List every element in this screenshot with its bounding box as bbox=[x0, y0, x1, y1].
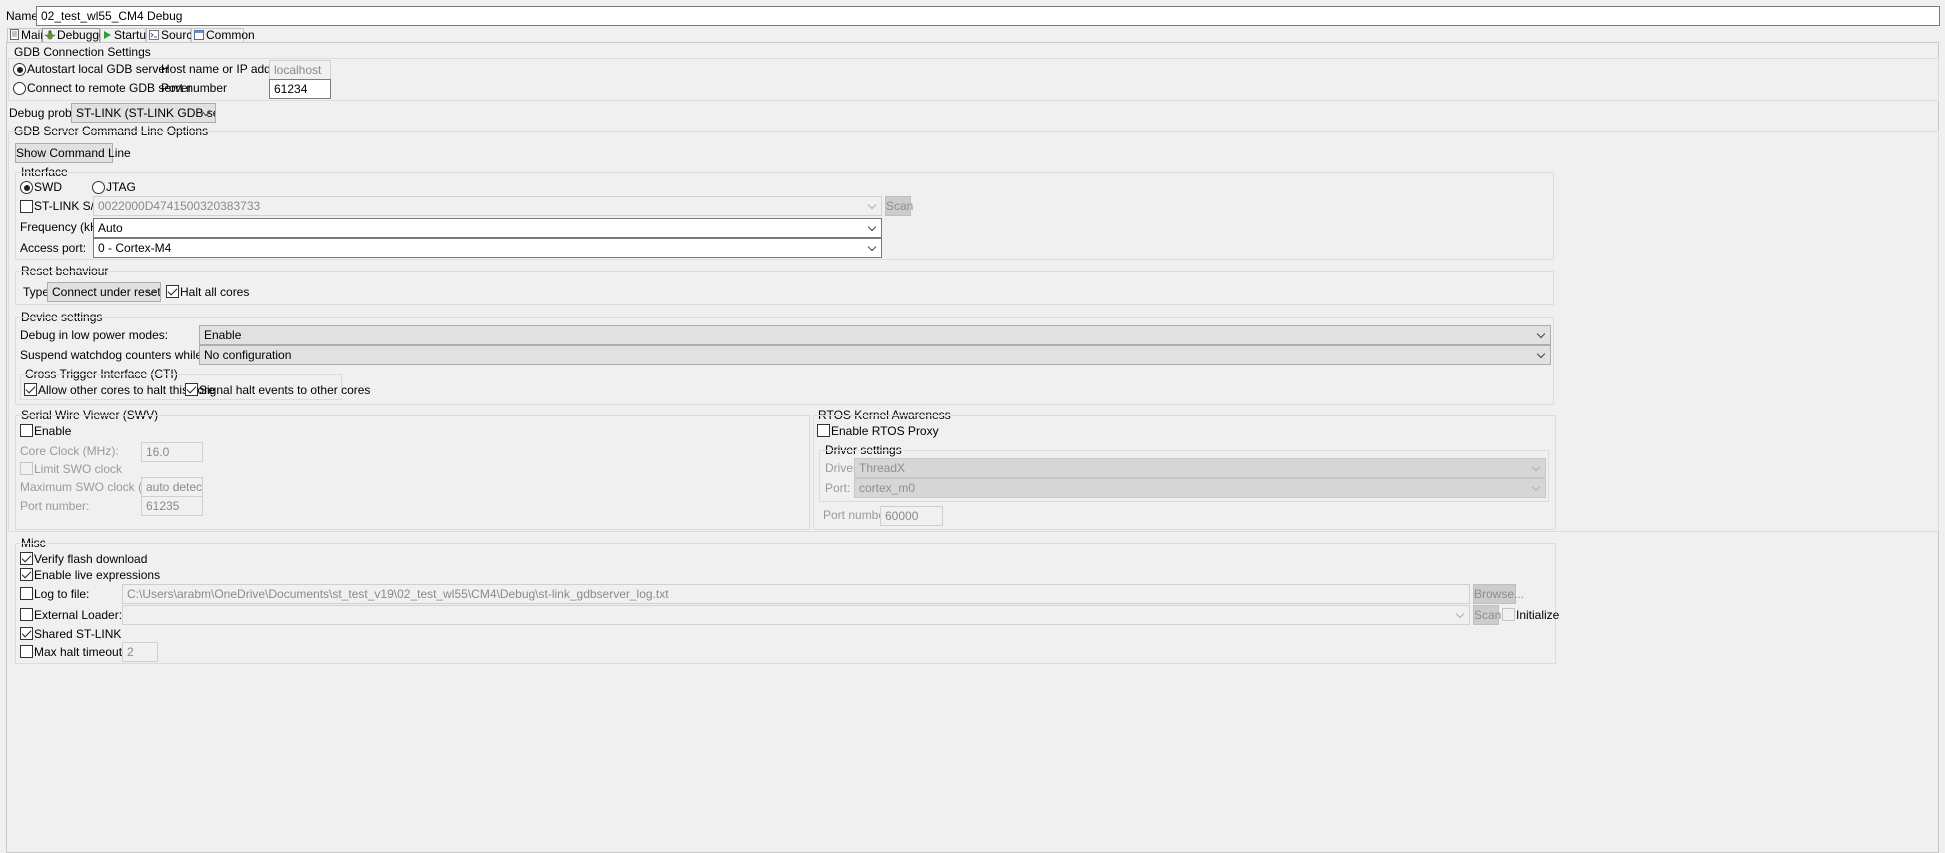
remote-radio[interactable] bbox=[13, 82, 26, 95]
autostart-label: Autostart local GDB server bbox=[27, 62, 170, 76]
browse-button[interactable]: Browse... bbox=[1473, 584, 1524, 604]
stlink-sn-value: 0022000D4741500320383733 bbox=[98, 199, 261, 213]
access-port-value: 0 - Cortex-M4 bbox=[98, 241, 172, 255]
tab-common[interactable]: Common bbox=[191, 28, 255, 42]
chevron-down-icon bbox=[867, 200, 877, 210]
core-clock-label: Core Clock (MHz): bbox=[20, 444, 119, 458]
document-icon bbox=[10, 29, 19, 40]
shared-stlink-checkbox[interactable] bbox=[20, 627, 33, 640]
chevron-down-icon bbox=[1536, 329, 1546, 339]
access-port-select[interactable]: 0 - Cortex-M4 bbox=[93, 238, 882, 258]
debug-probe-label: Debug probe bbox=[9, 106, 79, 120]
live-expressions-checkbox[interactable] bbox=[20, 568, 33, 581]
debug-probe-select[interactable]: ST-LINK (ST-LINK GDB server) bbox=[71, 103, 216, 123]
max-swo-input[interactable]: auto detect bbox=[141, 477, 203, 497]
swv-group bbox=[15, 415, 810, 530]
jtag-radio[interactable] bbox=[92, 181, 105, 194]
external-loader-checkbox[interactable] bbox=[20, 608, 33, 621]
initialize-checkbox[interactable] bbox=[1502, 608, 1515, 621]
watchdog-select[interactable]: No configuration bbox=[199, 345, 1551, 365]
port-input[interactable]: 61234 bbox=[269, 79, 331, 99]
rtos-enable-checkbox[interactable] bbox=[817, 424, 830, 437]
max-halt-input[interactable]: 2 bbox=[122, 642, 158, 662]
max-halt-checkbox[interactable] bbox=[20, 645, 33, 658]
verify-flash-checkbox[interactable] bbox=[20, 552, 33, 565]
play-icon bbox=[104, 31, 111, 39]
stlink-sn-select[interactable]: 0022000D4741500320383733 bbox=[93, 196, 882, 216]
cti-signal-checkbox[interactable] bbox=[185, 383, 198, 396]
chevron-down-icon bbox=[1531, 482, 1541, 492]
halt-all-cores-label: Halt all cores bbox=[180, 285, 250, 299]
rtos-port-label: Port: bbox=[825, 481, 851, 495]
tab-common-label: Common bbox=[206, 28, 255, 42]
bug-icon bbox=[45, 30, 55, 40]
log-to-file-label: Log to file: bbox=[34, 587, 90, 601]
external-loader-label: External Loader: bbox=[34, 608, 123, 622]
tab-startup[interactable]: Startup bbox=[100, 28, 153, 42]
low-power-select[interactable]: Enable bbox=[199, 325, 1551, 345]
source-icon bbox=[149, 30, 159, 40]
reset-type-value: Connect under reset bbox=[52, 285, 161, 299]
swv-port-input[interactable]: 61235 bbox=[141, 496, 203, 516]
tab-main[interactable]: Main bbox=[7, 28, 47, 42]
access-port-label: Access port: bbox=[20, 241, 87, 255]
live-expressions-label: Enable live expressions bbox=[34, 568, 161, 582]
tab-source[interactable]: Source bbox=[146, 28, 199, 42]
swd-radio[interactable] bbox=[20, 181, 33, 194]
swv-enable-checkbox[interactable] bbox=[20, 424, 33, 437]
chevron-down-icon bbox=[1455, 609, 1465, 619]
show-command-line-button[interactable]: Show Command Line bbox=[15, 143, 131, 163]
initialize-label: Initialize bbox=[1516, 608, 1560, 622]
tab-debugger[interactable]: Debugger bbox=[42, 28, 110, 42]
core-clock-input[interactable]: 16.0 bbox=[141, 442, 203, 462]
chevron-down-icon bbox=[1531, 462, 1541, 472]
rtos-port-select[interactable]: cortex_m0 bbox=[854, 478, 1546, 498]
rtos-driver-value: ThreadX bbox=[859, 461, 906, 475]
log-to-file-checkbox[interactable] bbox=[20, 587, 33, 600]
host-input[interactable]: localhost bbox=[269, 60, 331, 80]
limit-swo-checkbox[interactable] bbox=[20, 462, 33, 475]
jtag-label: JTAG bbox=[106, 180, 136, 194]
verify-flash-label: Verify flash download bbox=[34, 552, 148, 566]
shared-stlink-label: Shared ST-LINK bbox=[34, 627, 122, 641]
debug-probe-value: ST-LINK (ST-LINK GDB server) bbox=[76, 106, 215, 120]
low-power-value: Enable bbox=[204, 328, 242, 342]
frequency-select[interactable]: Auto bbox=[93, 218, 882, 238]
rtos-port-number-input[interactable]: 60000 bbox=[880, 506, 943, 526]
stlink-sn-checkbox[interactable] bbox=[20, 200, 33, 213]
swv-enable-label: Enable bbox=[34, 424, 72, 438]
chevron-down-icon bbox=[1536, 349, 1546, 359]
autostart-radio[interactable] bbox=[13, 63, 26, 76]
chevron-down-icon bbox=[867, 242, 877, 252]
swd-label: SWD bbox=[34, 180, 62, 194]
cti-signal-label: Signal halt events to other cores bbox=[199, 383, 371, 397]
rtos-port-value: cortex_m0 bbox=[859, 481, 916, 495]
cti-allow-checkbox[interactable] bbox=[24, 383, 37, 396]
low-power-label: Debug in low power modes: bbox=[20, 328, 169, 342]
port-label: Port number bbox=[161, 81, 228, 95]
gdb-connection-title: GDB Connection Settings bbox=[14, 45, 151, 59]
reset-type-select[interactable]: Connect under reset bbox=[47, 282, 161, 302]
chevron-down-icon bbox=[867, 222, 877, 232]
scan-loader-button[interactable]: Scan bbox=[1473, 605, 1501, 625]
halt-all-cores-checkbox[interactable] bbox=[166, 285, 179, 298]
rtos-driver-select[interactable]: ThreadX bbox=[854, 458, 1546, 478]
name-input[interactable]: 02_test_wl55_CM4 Debug bbox=[36, 6, 1940, 26]
swv-port-label: Port number: bbox=[20, 499, 90, 513]
external-loader-select[interactable] bbox=[122, 605, 1470, 625]
frequency-value: Auto bbox=[98, 221, 123, 235]
window-icon bbox=[194, 30, 204, 40]
limit-swo-label: Limit SWO clock bbox=[34, 462, 123, 476]
rtos-enable-label: Enable RTOS Proxy bbox=[831, 424, 939, 438]
scan-sn-button[interactable]: Scan bbox=[885, 196, 913, 216]
watchdog-value: No configuration bbox=[204, 348, 292, 362]
log-path-input[interactable]: C:\Users\arabm\OneDrive\Documents\st_tes… bbox=[122, 584, 1470, 604]
